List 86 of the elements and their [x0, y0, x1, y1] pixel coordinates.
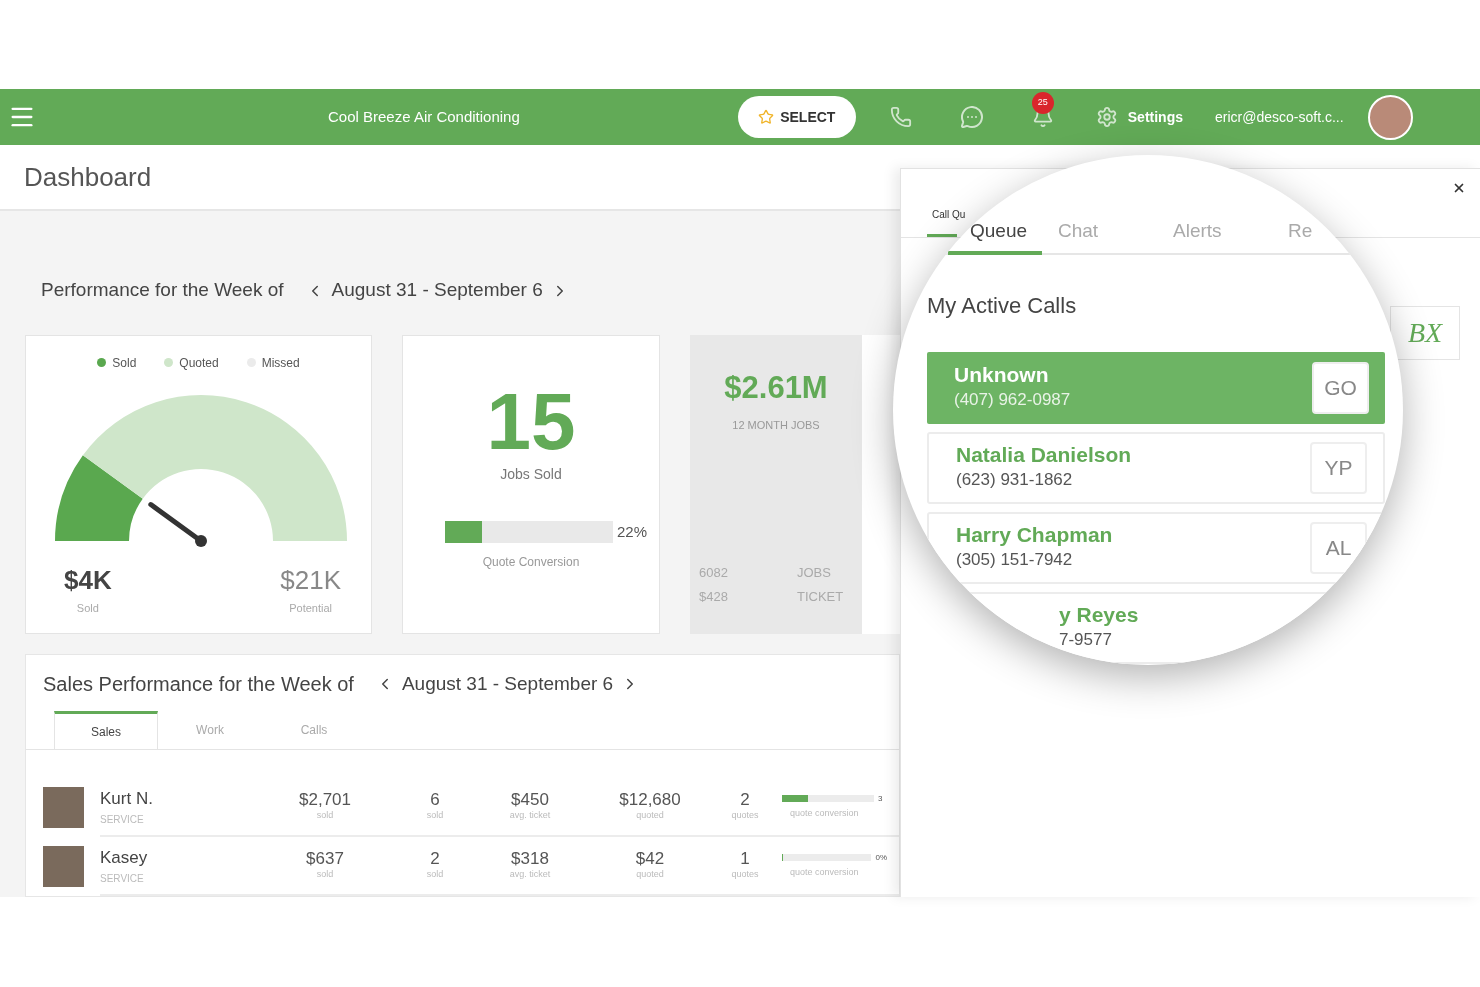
conversion-label: quote conversion [790, 806, 859, 820]
legend-label: Missed [261, 355, 300, 372]
potential-label: Potential [289, 601, 333, 616]
stat-label: avg. ticket [509, 808, 551, 822]
legend-label: Sold [112, 355, 137, 372]
date-range: August 31 - September 6 [401, 671, 614, 696]
stat-value: $318 [511, 849, 549, 868]
avatar[interactable] [1367, 94, 1413, 140]
sold-value: $4K [64, 564, 112, 597]
panel-tab[interactable]: Alerts [1173, 216, 1222, 246]
call-row[interactable]: Natalia Danielson (623) 931-1862 YP [927, 432, 1385, 504]
conversion-reading: 0% [875, 851, 887, 864]
sales-tab[interactable]: Work [158, 711, 262, 749]
sold-label: Sold [76, 601, 99, 616]
initials-button[interactable]: YP [1310, 442, 1367, 494]
initials-button[interactable]: GO [1312, 362, 1369, 414]
conversion-reading: 3 [878, 792, 883, 805]
revenue-label: 12 MONTH JOBS [732, 418, 820, 434]
conversion-label: quote conversion [790, 865, 859, 879]
jobs-label: Jobs Sold [500, 465, 562, 484]
stat-value: 2 [430, 849, 440, 868]
settings-icon[interactable] [1095, 106, 1118, 128]
caller-name: y Reyes [1059, 603, 1140, 628]
section-title: Sales Performance for the Week of [43, 672, 354, 697]
panel-tab[interactable]: Call Qu [932, 207, 966, 222]
caller-name: Unknown [954, 363, 1050, 388]
stat-label: quotes [731, 867, 759, 881]
section-title: My Active Calls [927, 292, 1078, 320]
caller-phone: (305) 151-7942 [956, 549, 1074, 572]
progress-label: Quote Conversion [482, 554, 580, 572]
stat-value: 2 [740, 790, 750, 809]
stat-value: $428 [699, 587, 729, 606]
person-role: SERVICE [100, 871, 145, 886]
chat-icon[interactable] [959, 105, 984, 129]
caller-name: Natalia Danielson [956, 443, 1133, 468]
revenue-value: $2.61M [724, 369, 828, 407]
stat-value: 6082 [699, 564, 729, 582]
person-photo [43, 846, 84, 887]
stat-label: sold [316, 808, 334, 822]
stat-value: 1 [740, 849, 750, 868]
panel-tab[interactable]: Queue [970, 216, 1028, 246]
caller-name: Harry Chapman [956, 523, 1114, 548]
close-icon[interactable] [1452, 181, 1466, 195]
stat-label: sold [426, 867, 444, 881]
progress-reading: 22% [617, 522, 647, 542]
sales-tab[interactable]: Calls [262, 711, 366, 749]
date-range: August 31 - September 6 [331, 278, 543, 303]
stat-label: quoted [636, 867, 664, 881]
stat-value: $12,680 [619, 790, 681, 809]
stat-value: $637 [306, 849, 344, 868]
sales-tab[interactable]: Sales [54, 711, 158, 749]
stat-value: 6 [430, 790, 440, 809]
legend-label: Quoted [179, 355, 219, 372]
panel-tab[interactable]: Re [1288, 216, 1313, 246]
company-name: Cool Breeze Air Conditioning [328, 106, 520, 127]
stat-label: sold [426, 808, 444, 822]
person-name: Kurt N. [100, 788, 154, 811]
section-title: Performance for the Week of [41, 278, 284, 303]
user-email[interactable]: ericr@desco-soft.c... [1215, 106, 1344, 128]
stat-label: quotes [731, 808, 759, 822]
person-photo [43, 787, 84, 828]
stat-value: $42 [635, 849, 665, 868]
stat-label: quoted [636, 808, 664, 822]
caller-phone: (623) 931-1862 [956, 469, 1074, 492]
caller-phone: 7-9577 [1059, 629, 1113, 652]
star-icon [758, 109, 775, 125]
stat-label: TICKET [797, 587, 845, 606]
gauge-needle [148, 502, 207, 547]
logo-drawing: BX [1407, 316, 1443, 350]
panel-tab[interactable]: Chat [1058, 216, 1099, 246]
page-title: Dashboard [24, 160, 152, 194]
caller-phone: (407) 962-0987 [954, 389, 1072, 412]
potential-value: $21K [280, 564, 341, 597]
notification-badge: 25 [1031, 92, 1054, 114]
call-row[interactable]: Unknown (407) 962-0987 GO [927, 352, 1385, 424]
select-button[interactable]: SELECT [737, 96, 856, 138]
phone-icon[interactable] [889, 106, 912, 128]
stat-label: avg. ticket [509, 867, 551, 881]
person-role: SERVICE [100, 812, 145, 827]
stat-value: $2,701 [299, 790, 351, 809]
settings-link[interactable]: Settings [1127, 106, 1183, 128]
stat-label: sold [316, 867, 334, 881]
stat-label: JOBS [797, 564, 832, 582]
jobs-count: 15 [486, 380, 576, 464]
stat-value: $450 [511, 790, 549, 809]
person-name: Kasey [100, 847, 149, 870]
